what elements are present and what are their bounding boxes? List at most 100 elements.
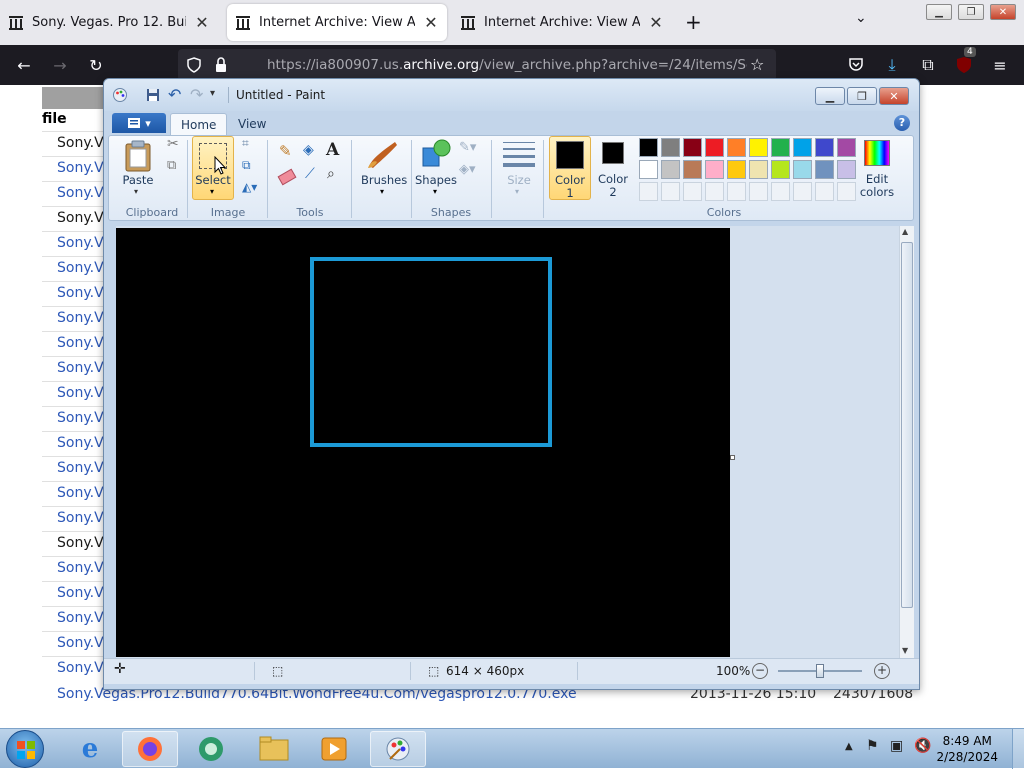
paste-icon[interactable] bbox=[123, 140, 153, 172]
menu-icon[interactable]: ≡ bbox=[988, 53, 1012, 77]
tab-view[interactable]: View bbox=[228, 113, 276, 135]
shield-icon[interactable] bbox=[186, 57, 202, 73]
scroll-down-icon[interactable]: ▼ bbox=[902, 646, 908, 655]
list-item[interactable]: Sony.Vegas bbox=[42, 506, 104, 531]
paint-close-button[interactable]: ✕ bbox=[879, 87, 909, 105]
palette-swatch[interactable] bbox=[683, 160, 702, 179]
list-item[interactable]: Sony.Vegas bbox=[42, 431, 104, 456]
canvas-resize-handle[interactable] bbox=[730, 455, 735, 460]
palette-swatch[interactable] bbox=[705, 160, 724, 179]
forward-icon[interactable]: → bbox=[48, 53, 72, 77]
taskbar-internet-explorer[interactable]: e bbox=[62, 731, 118, 767]
palette-swatch[interactable] bbox=[749, 160, 768, 179]
color1-button[interactable]: Color 1 bbox=[549, 136, 591, 200]
rotate-icon[interactable]: ◭▾ bbox=[242, 180, 257, 194]
help-icon[interactable]: ? bbox=[894, 115, 910, 131]
vertical-scrollbar[interactable]: ▲ ▼ bbox=[899, 226, 914, 658]
taskbar-media-app[interactable] bbox=[184, 731, 240, 767]
network-icon[interactable]: ▣ bbox=[890, 738, 903, 754]
eraser-icon[interactable] bbox=[277, 168, 297, 186]
scrollbar-thumb[interactable] bbox=[901, 242, 913, 608]
size-button[interactable]: Size ▾ bbox=[499, 136, 539, 200]
list-item[interactable]: Sony.Vegas bbox=[42, 631, 104, 656]
list-item[interactable]: Sony.Vegas bbox=[42, 381, 104, 406]
list-item[interactable]: Sony.Vegas bbox=[42, 156, 104, 181]
palette-swatch[interactable] bbox=[705, 138, 724, 157]
url-text[interactable]: https://ia800907.us.archive.org/view_arc… bbox=[267, 57, 747, 73]
action-center-flag-icon[interactable]: ⚑ bbox=[866, 738, 879, 754]
custom-color-slot[interactable] bbox=[661, 182, 680, 201]
list-item[interactable]: Sony.Vegas bbox=[42, 131, 104, 156]
taskbar-clock[interactable]: 8:49 AM 2/28/2024 bbox=[936, 733, 998, 765]
custom-color-slot[interactable] bbox=[815, 182, 834, 201]
pencil-icon[interactable]: ✎ bbox=[279, 142, 292, 160]
paint-menu-button[interactable]: ▾ bbox=[112, 113, 166, 133]
palette-swatch[interactable] bbox=[837, 138, 856, 157]
palette-swatch[interactable] bbox=[815, 160, 834, 179]
close-tab-icon[interactable]: ✕ bbox=[648, 13, 664, 32]
taskbar-firefox[interactable] bbox=[122, 731, 178, 767]
paste-label[interactable]: Paste bbox=[117, 173, 159, 187]
browser-tab-1[interactable]: Sony. Vegas. Pro 12. Build 770.64 ✕ bbox=[0, 4, 218, 41]
palette-swatch[interactable] bbox=[661, 160, 680, 179]
list-item[interactable]: Sony.Vegas bbox=[42, 456, 104, 481]
palette-swatch[interactable] bbox=[749, 138, 768, 157]
redo-icon[interactable]: ↷ bbox=[190, 85, 203, 104]
palette-swatch[interactable] bbox=[639, 138, 658, 157]
undo-icon[interactable]: ↶ bbox=[168, 85, 181, 104]
list-item[interactable]: Sony.Vegas bbox=[42, 181, 104, 206]
select-button[interactable]: Select ▾ bbox=[192, 136, 234, 200]
close-tab-icon[interactable]: ✕ bbox=[423, 13, 439, 32]
resize-icon[interactable]: ⧉ bbox=[242, 158, 251, 173]
reload-icon[interactable]: ↻ bbox=[84, 53, 108, 77]
magnifier-icon[interactable]: ⌕ bbox=[327, 166, 335, 182]
brushes-button[interactable]: Brushes ▾ bbox=[361, 136, 407, 200]
palette-swatch[interactable] bbox=[771, 160, 790, 179]
save-icon[interactable] bbox=[146, 88, 160, 102]
list-item[interactable]: Sony.Vegas bbox=[42, 231, 104, 256]
volume-muted-icon[interactable]: 🔇 bbox=[914, 738, 931, 754]
list-item[interactable]: Sony.Vegas bbox=[42, 331, 104, 356]
fill-style-icon[interactable]: ◈▾ bbox=[459, 162, 476, 177]
crop-icon[interactable]: ⌗ bbox=[242, 136, 249, 151]
list-item[interactable]: Sony.Vegas bbox=[42, 556, 104, 581]
quick-access-dropdown-icon[interactable]: ▾ bbox=[210, 88, 215, 99]
edit-colors-button[interactable]: Edit colors bbox=[857, 136, 897, 200]
list-item[interactable]: Sony.Vegas bbox=[42, 481, 104, 506]
palette-swatch[interactable] bbox=[661, 138, 680, 157]
restore-icon[interactable]: ❐ bbox=[958, 4, 984, 20]
fill-icon[interactable]: ◈ bbox=[303, 142, 314, 158]
close-tab-icon[interactable]: ✕ bbox=[194, 13, 210, 32]
taskbar-media-player[interactable] bbox=[306, 731, 362, 767]
zoom-in-icon[interactable]: + bbox=[874, 663, 890, 679]
custom-color-slot[interactable] bbox=[749, 182, 768, 201]
start-button[interactable] bbox=[6, 730, 44, 768]
palette-swatch[interactable] bbox=[771, 138, 790, 157]
drawing-canvas[interactable] bbox=[116, 228, 730, 657]
zoom-slider-thumb[interactable] bbox=[816, 664, 824, 678]
show-desktop-button[interactable] bbox=[1012, 729, 1024, 769]
list-tabs-icon[interactable]: ⌄ bbox=[855, 10, 867, 26]
tab-home[interactable]: Home bbox=[170, 113, 228, 135]
custom-color-slot[interactable] bbox=[727, 182, 746, 201]
browser-tab-3[interactable]: Internet Archive: View Archive ✕ bbox=[452, 4, 672, 41]
paint-maximize-button[interactable]: ❐ bbox=[847, 87, 877, 105]
list-item[interactable]: Sony.Vegas bbox=[42, 306, 104, 331]
extensions-icon[interactable]: ⧉ bbox=[916, 53, 940, 77]
browser-tab-2[interactable]: Internet Archive: View Archive ✕ bbox=[227, 4, 447, 41]
list-item[interactable]: Sony.Vegas bbox=[42, 281, 104, 306]
outline-icon[interactable]: ✎▾ bbox=[459, 140, 476, 155]
custom-color-slot[interactable] bbox=[683, 182, 702, 201]
custom-color-slot[interactable] bbox=[771, 182, 790, 201]
list-item[interactable]: Sony.Vegas bbox=[42, 656, 104, 681]
paint-minimize-button[interactable]: ▁ bbox=[815, 87, 845, 105]
new-tab-icon[interactable]: + bbox=[685, 10, 702, 34]
custom-color-slot[interactable] bbox=[705, 182, 724, 201]
color-picker-icon[interactable]: ⟋ bbox=[305, 166, 315, 182]
palette-swatch[interactable] bbox=[815, 138, 834, 157]
show-hidden-icons-icon[interactable]: ▲ bbox=[845, 741, 853, 752]
taskbar-paint[interactable] bbox=[370, 731, 426, 767]
bookmark-star-icon[interactable]: ☆ bbox=[750, 55, 764, 74]
palette-swatch[interactable] bbox=[683, 138, 702, 157]
scroll-up-icon[interactable]: ▲ bbox=[902, 227, 908, 236]
